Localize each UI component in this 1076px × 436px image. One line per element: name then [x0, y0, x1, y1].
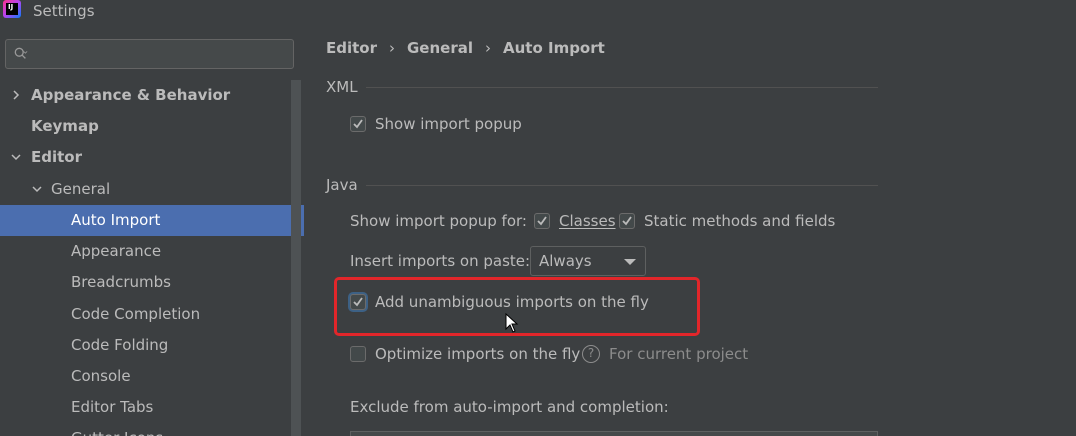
- breadcrumb-item[interactable]: General: [407, 39, 473, 57]
- xml-show-import-popup-checkbox[interactable]: [350, 116, 366, 132]
- add-unambiguous-imports-label[interactable]: Add unambiguous imports on the fly: [375, 292, 649, 312]
- tree-item-general[interactable]: General: [0, 174, 304, 205]
- window-title: Settings: [33, 2, 95, 20]
- tree-item-gutter-icons[interactable]: Gutter Icons: [0, 423, 304, 436]
- search-icon[interactable]: [14, 47, 28, 61]
- tree-item-label: Gutter Icons: [71, 423, 163, 436]
- exclude-label: Exclude from auto-import and completion:: [350, 398, 669, 416]
- tree-item-label: Editor Tabs: [71, 398, 154, 416]
- tree-item-label: Auto Import: [71, 211, 161, 229]
- tree-item-label: Appearance: [71, 242, 162, 260]
- tree-item-label: Keymap: [31, 117, 99, 135]
- chevron-right-icon[interactable]: [10, 89, 22, 101]
- static-methods-checkbox[interactable]: [619, 213, 635, 229]
- xml-show-import-popup-label[interactable]: Show import popup: [375, 114, 522, 134]
- settings-sidebar: Appearance & Behavior Keymap Editor Gene…: [0, 26, 304, 436]
- tree-item-label: Appearance & Behavior: [31, 86, 231, 104]
- tree-item-label: Code Folding: [71, 336, 169, 354]
- tree-item-appearance-behavior[interactable]: Appearance & Behavior: [0, 80, 304, 111]
- settings-content: Editor › General › Auto Import XML Show impo…: [304, 26, 1076, 436]
- breadcrumb-item: Auto Import: [503, 39, 605, 57]
- sidebar-scrollbar[interactable]: [291, 80, 301, 436]
- optimize-imports-checkbox[interactable]: [350, 346, 366, 362]
- classes-label[interactable]: Classes: [559, 211, 616, 231]
- intellij-logo-icon: IJ: [3, 0, 21, 18]
- mouse-cursor-icon: [505, 313, 519, 333]
- classes-checkbox[interactable]: [534, 213, 550, 229]
- exclude-list[interactable]: [350, 431, 878, 436]
- xml-section-title: XML: [326, 78, 358, 96]
- insert-on-paste-value: Always: [539, 252, 592, 270]
- breadcrumb-item[interactable]: Editor: [326, 39, 377, 57]
- tree-item-code-completion[interactable]: Code Completion: [0, 299, 304, 330]
- for-current-project-label: For current project: [609, 345, 749, 363]
- add-unambiguous-imports-checkbox[interactable]: [350, 294, 366, 310]
- static-methods-label[interactable]: Static methods and fields: [644, 211, 835, 231]
- java-section-divider: [366, 185, 878, 186]
- tree-item-label: Console: [71, 367, 131, 385]
- checkmark-icon: [537, 216, 547, 226]
- title-bar: IJ Settings: [0, 0, 1076, 24]
- tree-item-label: General: [51, 180, 111, 198]
- checkmark-icon: [622, 216, 632, 226]
- checkmark-icon: [353, 297, 363, 307]
- breadcrumb-separator: ›: [389, 39, 395, 57]
- tree-item-label: Editor: [31, 148, 82, 166]
- breadcrumb-separator: ›: [485, 39, 491, 57]
- tree-item-breadcrumbs[interactable]: Breadcrumbs: [0, 267, 304, 298]
- settings-search-input[interactable]: [5, 39, 294, 69]
- show-import-popup-for-label: Show import popup for:: [350, 212, 527, 230]
- chevron-down-icon: [624, 259, 636, 265]
- tree-item-console[interactable]: Console: [0, 361, 304, 392]
- breadcrumb: Editor › General › Auto Import: [326, 38, 605, 58]
- tree-item-editor[interactable]: Editor: [0, 142, 304, 173]
- tree-item-label: Code Completion: [71, 305, 201, 323]
- optimize-imports-label[interactable]: Optimize imports on the fly: [375, 344, 580, 364]
- tree-item-appearance[interactable]: Appearance: [0, 236, 304, 267]
- tree-item-code-folding[interactable]: Code Folding: [0, 330, 304, 361]
- tree-item-auto-import[interactable]: Auto Import: [0, 205, 304, 236]
- insert-on-paste-label: Insert imports on paste:: [350, 252, 531, 270]
- chevron-down-icon[interactable]: [10, 151, 22, 163]
- checkmark-icon: [353, 119, 363, 129]
- tree-item-label: Breadcrumbs: [71, 273, 171, 291]
- tree-item-editor-tabs[interactable]: Editor Tabs: [0, 392, 304, 423]
- java-section-title: Java: [326, 176, 358, 194]
- help-icon[interactable]: ?: [582, 345, 600, 363]
- chevron-down-icon[interactable]: [31, 183, 43, 195]
- xml-section-divider: [366, 87, 878, 88]
- tree-item-keymap[interactable]: Keymap: [0, 111, 304, 142]
- insert-on-paste-select[interactable]: Always: [530, 246, 646, 276]
